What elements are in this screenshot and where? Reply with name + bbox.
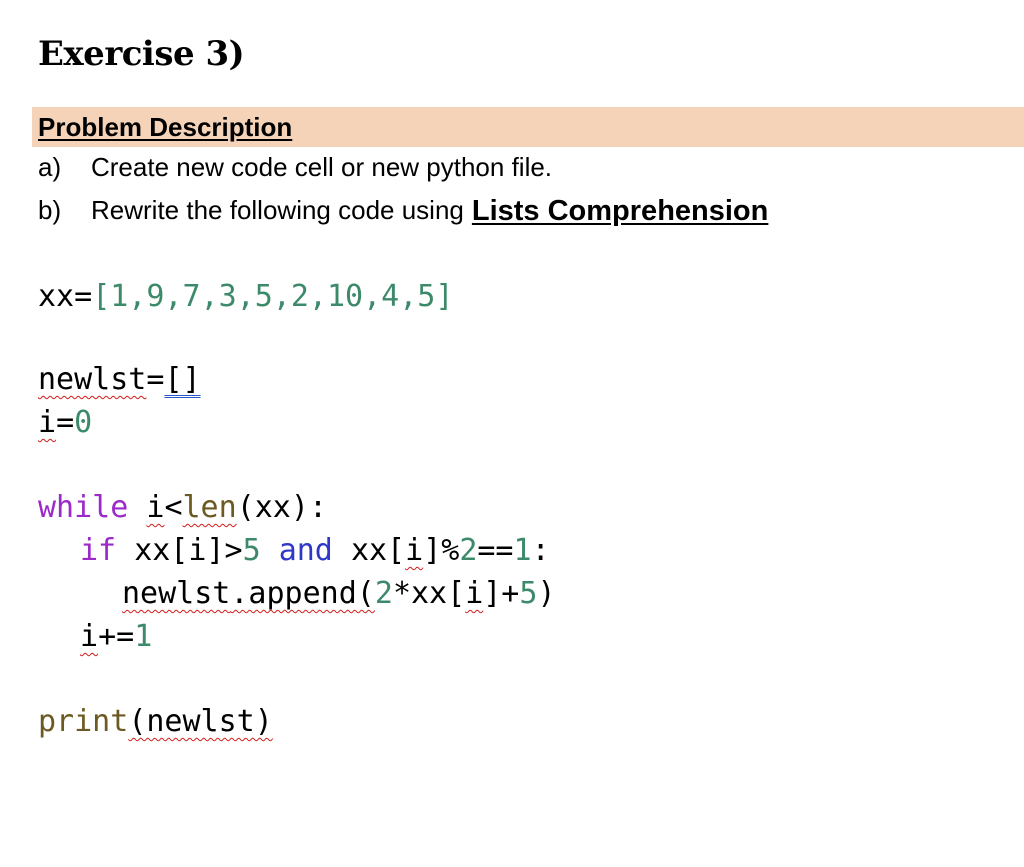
code-var-i: i xyxy=(80,619,99,654)
code-line-7: i+=1 xyxy=(80,617,152,657)
code-mod-op: ]% xyxy=(423,533,460,568)
code-assign-op: = xyxy=(146,362,165,397)
step-a-marker: a) xyxy=(38,152,62,182)
code-index-i: i xyxy=(405,533,424,568)
code-obj-newlst: newlst xyxy=(122,576,231,611)
code-list-open: [ xyxy=(92,279,111,314)
code-and-keyword: and xyxy=(278,533,333,568)
step-b-text: Rewrite the following code using xyxy=(91,195,464,225)
code-num-5: 5 xyxy=(519,576,538,611)
code-increment-op: += xyxy=(98,619,135,654)
code-num-1: 1 xyxy=(134,619,153,654)
code-num-1: 1 xyxy=(513,533,532,568)
step-b: b) Rewrite the following code using List… xyxy=(38,195,768,228)
step-b-marker: b) xyxy=(38,195,62,225)
code-var-i: i xyxy=(38,405,57,440)
code-mul-index: *xx[ xyxy=(392,576,466,611)
code-list-values: 1,9,7,3,5,2,10,4,5 xyxy=(110,279,436,314)
code-list-close: ] xyxy=(435,279,454,314)
code-line-2: newlst=[] xyxy=(38,360,201,400)
code-zero: 0 xyxy=(74,405,93,440)
list-comprehension-emphasis: Lists Comprehension xyxy=(471,195,769,227)
code-empty-list: [] xyxy=(164,362,201,397)
code-num-5: 5 xyxy=(242,533,261,568)
code-append-method: .append( xyxy=(230,576,375,611)
code-line-1: xx=[1,9,7,3,5,2,10,4,5] xyxy=(38,277,453,317)
code-print-arg: (newlst) xyxy=(128,704,273,739)
code-cond-var: i xyxy=(146,490,165,525)
exercise-title: Exercise 3) xyxy=(38,34,245,74)
code-line-8: print(newlst) xyxy=(38,702,273,742)
code-line-3: i=0 xyxy=(38,403,92,443)
code-colon: : xyxy=(308,490,327,525)
code-len-fn: len xyxy=(182,490,237,525)
code-print-fn: print xyxy=(38,704,129,739)
code-var-newlst: newlst xyxy=(38,362,147,397)
code-assign-op: = xyxy=(56,405,75,440)
code-newlst-append: newlst.append( xyxy=(122,576,375,611)
problem-description-heading: Problem Description xyxy=(38,112,293,142)
code-eq-op: == xyxy=(477,533,514,568)
code-line-4: while i<len(xx): xyxy=(38,488,327,528)
code-var-xx: xx xyxy=(38,279,75,314)
code-while-keyword: while xyxy=(38,490,129,525)
code-len-arg: (xx) xyxy=(236,490,309,525)
code-plus-op: ]+ xyxy=(483,576,520,611)
code-line-6: newlst.append(2*xx[i]+5) xyxy=(122,574,556,614)
code-colon: : xyxy=(531,533,550,568)
step-a-text: Create new code cell or new python file. xyxy=(91,152,553,182)
code-index-i: i xyxy=(465,576,484,611)
code-lt-op: < xyxy=(164,490,183,525)
code-cond-right: xx[ xyxy=(350,533,406,568)
code-assign-op: = xyxy=(74,279,93,314)
step-a: a) Create new code cell or new python fi… xyxy=(38,152,552,183)
code-num-2: 2 xyxy=(459,533,478,568)
code-close-paren: ) xyxy=(537,576,556,611)
code-line-5: if xx[i]>5 and xx[i]%2==1: xyxy=(80,531,550,571)
code-num-2: 2 xyxy=(374,576,393,611)
code-cond-left: xx[i]> xyxy=(134,533,243,568)
code-if-keyword: if xyxy=(80,533,117,568)
